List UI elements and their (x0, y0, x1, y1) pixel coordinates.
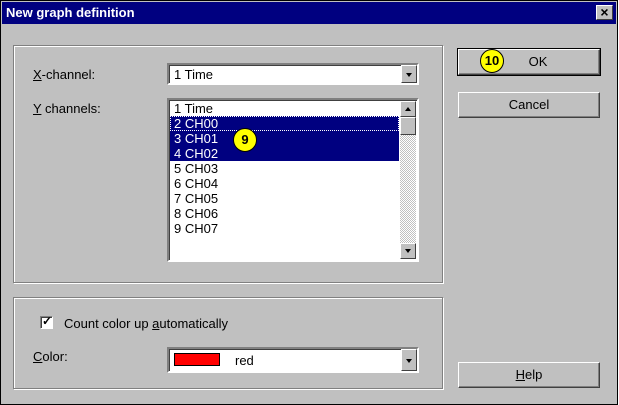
help-button[interactable]: Help (458, 362, 600, 388)
list-item[interactable]: 7 CH05 (170, 191, 399, 206)
color-swatch (174, 353, 220, 366)
color-value: red (235, 353, 254, 368)
close-button[interactable]: × (596, 5, 613, 20)
help-mnemonic: H (515, 367, 526, 382)
list-item[interactable]: 3 CH01 (170, 131, 399, 146)
scroll-thumb[interactable] (400, 117, 416, 135)
cancel-button[interactable]: Cancel (458, 92, 600, 118)
close-icon: × (600, 4, 609, 20)
y-channels-list[interactable]: 1 Time 2 CH00 3 CH01 4 CH02 5 CH03 6 CH0… (167, 98, 419, 262)
chevron-down-icon (406, 73, 412, 77)
list-item[interactable]: 2 CH00 (170, 116, 399, 131)
arrow-up-icon (405, 107, 411, 111)
color-group (13, 297, 443, 389)
list-item[interactable]: 9 CH07 (170, 221, 399, 236)
arrow-down-icon (405, 249, 411, 253)
list-item[interactable]: 8 CH06 (170, 206, 399, 221)
help-label: elp (525, 367, 543, 382)
x-channel-select[interactable]: 1 Time (167, 63, 419, 85)
scroll-up-button[interactable] (400, 101, 416, 117)
step-badge-ok: 10 (480, 49, 504, 73)
color-label: Color: (33, 349, 68, 364)
x-channel-label: X-channel: (33, 67, 96, 82)
count-color-label: Count color up automatically (64, 316, 229, 331)
list-item[interactable]: 5 CH03 (170, 161, 399, 176)
step-badge-list: 9 (233, 128, 257, 152)
chevron-down-icon (406, 359, 412, 363)
list-item[interactable]: 4 CH02 (170, 146, 399, 161)
y-channels-items: 1 Time 2 CH00 3 CH01 4 CH02 5 CH03 6 CH0… (170, 101, 399, 236)
list-item[interactable]: 6 CH04 (170, 176, 399, 191)
color-dropdown-button[interactable] (401, 349, 417, 371)
count-color-checkbox[interactable]: ✓ (40, 314, 53, 329)
dialog-title: New graph definition (6, 5, 135, 20)
scroll-down-button[interactable] (400, 243, 416, 259)
color-select[interactable]: red (167, 347, 419, 373)
checkmark-icon: ✓ (42, 314, 53, 328)
x-channel-dropdown-button[interactable] (401, 65, 417, 83)
new-graph-dialog: New graph definition × X-channel: 1 Time… (0, 0, 618, 405)
list-item[interactable]: 1 Time (170, 101, 399, 116)
y-channels-label: Y channels: (33, 101, 101, 116)
y-channels-scrollbar[interactable] (400, 101, 416, 259)
x-channel-value: 1 Time (174, 67, 214, 82)
ok-label: OK (528, 54, 548, 69)
title-bar: New graph definition × (2, 2, 616, 24)
